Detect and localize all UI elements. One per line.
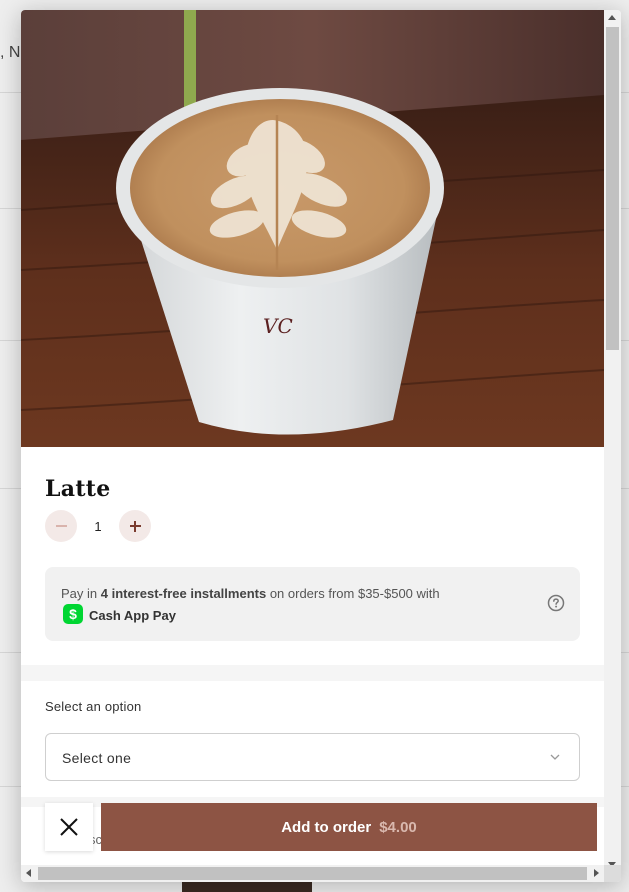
scroll-right-arrow[interactable] (594, 869, 599, 877)
add-to-order-button[interactable]: Add to order $4.00 (101, 803, 597, 851)
option-select[interactable]: Select one (45, 733, 580, 781)
cash-app-icon: $ (63, 604, 83, 624)
vertical-scroll-thumb[interactable] (606, 27, 619, 350)
select-value: Select one (62, 750, 132, 766)
decrease-quantity-button[interactable] (45, 510, 77, 542)
scroll-up-arrow[interactable] (608, 15, 616, 20)
quantity-value: 1 (94, 519, 102, 534)
cash-app-pay-label: Cash App Pay (89, 608, 176, 623)
product-modal: VC Latte 1 Pay in 4 interest-free instal… (21, 10, 621, 882)
order-price: $4.00 (379, 818, 417, 836)
product-title: Latte (45, 476, 111, 502)
horizontal-scroll-thumb[interactable] (38, 867, 587, 880)
close-icon (60, 818, 78, 836)
minus-icon (55, 525, 67, 527)
vertical-scrollbar[interactable] (604, 10, 621, 872)
cup-mark: VC (263, 314, 293, 338)
background-partial-text: , N (0, 44, 21, 61)
chevron-down-icon (550, 754, 560, 760)
product-image: VC (21, 10, 604, 447)
scroll-left-arrow[interactable] (26, 869, 31, 877)
option-label: Select an option (45, 699, 142, 714)
add-to-order-label: Add to order (281, 818, 372, 836)
horizontal-scrollbar[interactable] (21, 865, 604, 882)
question-circle-icon[interactable] (547, 594, 565, 612)
scrollbar-corner (604, 865, 621, 882)
close-button[interactable] (45, 803, 93, 851)
section-divider (21, 665, 604, 681)
installments-banner: Pay in 4 interest-free installments on o… (45, 567, 580, 641)
increase-quantity-button[interactable] (119, 510, 151, 542)
modal-content: VC Latte 1 Pay in 4 interest-free instal… (21, 10, 604, 872)
installments-text: Pay in 4 interest-free installments on o… (61, 586, 440, 601)
installments-bold: 4 interest-free installments (100, 586, 267, 601)
